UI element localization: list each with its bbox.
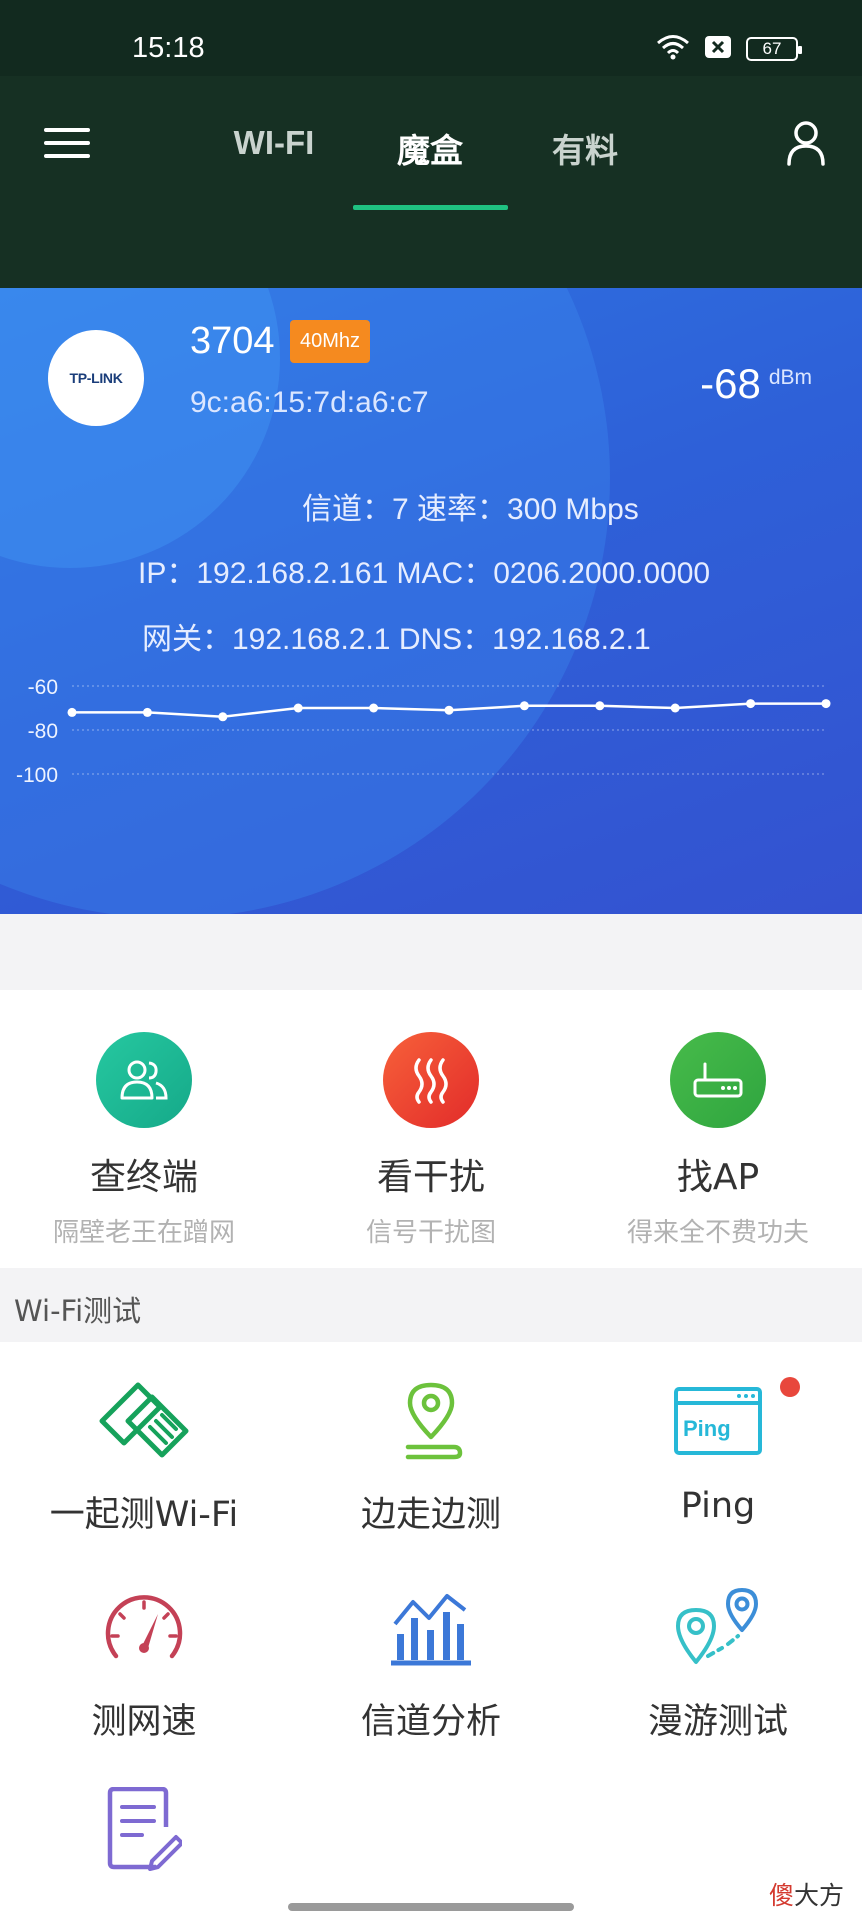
tab-wifi[interactable]: WI-FI (199, 124, 349, 162)
network-info-panel: TP-LINK 3704 40Mhz 9c:a6:15:7d:a6:c7 -68… (0, 288, 862, 914)
signal-data-point (444, 705, 454, 715)
feature-subtitle: 得来全不费功夫 (626, 1218, 809, 1248)
app-header: WI-FI 魔盒 有料 (0, 76, 862, 288)
tool-document-edit[interactable] (14, 1786, 274, 1894)
feature-interference[interactable]: 看干扰 信号干扰图 (301, 1032, 561, 1249)
network-ssid: 3704 (190, 320, 275, 362)
bar-chart-icon (301, 1585, 561, 1671)
channel-rate-line: 信道：7 速率：300 Mbps (302, 493, 639, 526)
home-indicator[interactable] (288, 1903, 574, 1911)
signal-data-point (369, 703, 379, 713)
gateway-dns-line: 网关：192.168.2.1 DNS：192.168.2.1 (142, 623, 651, 656)
wifi-icon (656, 34, 690, 64)
feature-title: 找AP (676, 1157, 760, 1198)
notification-x-icon (704, 35, 732, 63)
document-edit-icon (14, 1786, 274, 1872)
watermark: 傻大方 (769, 1876, 844, 1912)
signal-data-point (218, 712, 228, 722)
signal-data-point (595, 701, 605, 711)
feature-find-clients[interactable]: 查终端 隔壁老王在蹭网 (14, 1032, 274, 1249)
signal-data-point (142, 707, 152, 717)
network-bssid: 9c:a6:15:7d:a6:c7 (190, 386, 429, 419)
handshake-icon (14, 1378, 274, 1464)
bandwidth-badge: 40Mhz (290, 320, 371, 363)
user-icon[interactable] (786, 120, 826, 170)
section-header: Wi-Fi测试 (0, 1268, 862, 1342)
status-time: 15:18 (132, 32, 205, 64)
signal-data-point (746, 699, 756, 709)
feature-title: 看干扰 (376, 1157, 485, 1198)
tool-label: 测网速 (91, 1702, 197, 1742)
signal-data-point (821, 699, 831, 709)
location-pin-icon (301, 1378, 561, 1464)
status-icons: 67 (656, 34, 802, 64)
router-brand-logo: TP-LINK (48, 330, 144, 426)
signal-data-point (293, 703, 303, 713)
menu-icon[interactable] (44, 126, 90, 164)
signal-value: -68 (700, 360, 761, 407)
ip-mac-line: IP：192.168.2.161 MAC：0206.2000.0000 (138, 557, 711, 590)
users-icon (96, 1032, 192, 1128)
heat-waves-icon (383, 1032, 479, 1128)
tool-test-together[interactable]: 一起测Wi-Fi (14, 1378, 274, 1537)
ping-icon-text: Ping (683, 1416, 731, 1441)
ping-window-icon: Ping (588, 1378, 848, 1464)
tool-ping[interactable]: Ping Ping (588, 1378, 848, 1526)
watermark-black: 大方 (793, 1881, 844, 1910)
feature-subtitle: 信号干扰图 (365, 1218, 496, 1248)
status-bar: 15:18 67 (0, 0, 862, 76)
tool-channel-analysis[interactable]: 信道分析 (301, 1585, 561, 1744)
tab-youliao[interactable]: 有料 (510, 124, 660, 172)
feature-find-ap[interactable]: 找AP 得来全不费功夫 (588, 1032, 848, 1249)
signal-history-chart: -20-40-60-80-100 (16, 678, 831, 787)
logo-text: TP-LINK (69, 370, 123, 386)
speedometer-icon (14, 1585, 274, 1671)
signal-data-point (67, 707, 77, 717)
signal-unit: dBm (768, 366, 812, 389)
active-tab-indicator (353, 205, 508, 210)
notification-dot (780, 1377, 800, 1397)
watermark-red: 傻 (768, 1881, 794, 1910)
tab-mohe[interactable]: 魔盒 (355, 124, 505, 172)
tool-walk-test[interactable]: 边走边测 (301, 1378, 561, 1537)
router-icon (670, 1032, 766, 1128)
feature-subtitle: 隔壁老王在蹭网 (52, 1218, 235, 1248)
signal-data-point (670, 703, 680, 713)
tool-speed-test[interactable]: 测网速 (14, 1585, 274, 1744)
tool-label: 漫游测试 (647, 1702, 788, 1742)
tool-label: Ping (680, 1486, 756, 1526)
y-tick-label: -80 (28, 720, 58, 743)
tool-label: 信道分析 (360, 1702, 501, 1742)
tool-label: 边走边测 (360, 1495, 501, 1535)
section-spacer (0, 914, 862, 990)
signal-data-point (519, 701, 529, 711)
feature-title: 查终端 (89, 1157, 198, 1198)
tool-roaming-test[interactable]: 漫游测试 (588, 1585, 848, 1744)
tool-label: 一起测Wi-Fi (49, 1495, 239, 1535)
signal-strength: -68 dBm (700, 360, 812, 408)
section-title: Wi-Fi测试 (14, 1294, 142, 1328)
y-tick-label: -60 (28, 678, 58, 699)
y-tick-label: -100 (16, 764, 58, 787)
roaming-pins-icon (588, 1585, 848, 1671)
battery-icon: 67 (746, 37, 802, 61)
